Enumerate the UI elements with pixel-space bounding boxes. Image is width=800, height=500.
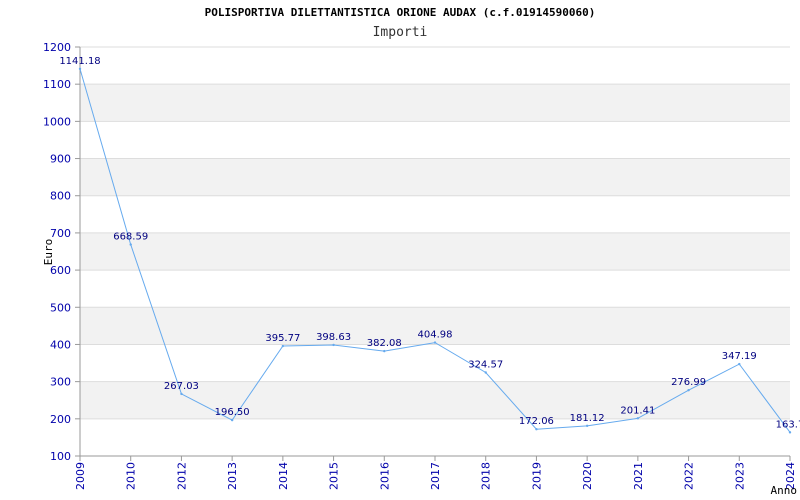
data-point [484, 371, 487, 374]
x-tick-label: 2012 [175, 462, 188, 490]
y-tick-label: 100 [50, 450, 71, 463]
x-tick-label: 2023 [733, 462, 746, 490]
grid-band [80, 232, 790, 271]
x-tick-label: 2020 [581, 462, 594, 490]
grid-band [80, 158, 790, 196]
data-point [332, 343, 335, 347]
y-tick-label: 1200 [43, 41, 71, 54]
x-tick-label: 2015 [328, 462, 341, 490]
y-tick-label: 200 [50, 413, 71, 426]
x-tick-label: 2016 [378, 462, 391, 490]
line-chart: 100200300400500600700800900100011001200 … [42, 41, 800, 497]
x-tick-label: 2013 [226, 462, 239, 490]
x-tick-label: 2014 [277, 462, 290, 490]
x-tick-label: 2021 [632, 462, 645, 490]
x-tick-label: 2010 [125, 462, 138, 490]
x-axis-label: Anno [771, 484, 798, 497]
data-label: 395.77 [265, 333, 300, 344]
data-point [281, 344, 285, 348]
data-label: 201.41 [620, 405, 655, 416]
x-tick-label: 2009 [74, 462, 87, 490]
data-label: 398.63 [316, 332, 351, 343]
x-tick-label: 2017 [429, 462, 442, 490]
data-point [433, 341, 437, 344]
data-label: 324.57 [468, 360, 503, 371]
x-tick-label: 2018 [480, 462, 493, 490]
grid-band [80, 84, 790, 122]
x-tick-label: 2019 [530, 462, 543, 490]
y-tick-label: 400 [50, 338, 71, 351]
y-tick-label: 1000 [43, 115, 71, 128]
data-label: 196.50 [215, 407, 250, 418]
data-point [535, 428, 538, 431]
y-tick-label: 300 [50, 376, 71, 389]
data-label: 276.99 [671, 377, 706, 388]
data-label: 347.19 [722, 351, 757, 362]
y-axis-label: Euro [42, 239, 55, 266]
data-label: 404.98 [418, 330, 453, 341]
y-tick-label: 700 [50, 227, 71, 240]
data-point [78, 67, 82, 71]
y-tick-label: 900 [50, 153, 71, 166]
y-tick-label: 1100 [43, 78, 71, 91]
y-tick-label: 800 [50, 190, 71, 203]
data-label: 382.08 [367, 338, 402, 349]
data-point [230, 418, 234, 422]
data-point [180, 392, 183, 396]
data-point [687, 388, 690, 392]
data-point [636, 417, 640, 420]
data-point [585, 424, 589, 428]
data-point [383, 349, 386, 353]
data-label: 181.12 [570, 413, 605, 424]
data-point [788, 431, 792, 434]
data-label: 163.7 [776, 419, 800, 430]
data-label: 172.06 [519, 416, 554, 427]
data-point [129, 243, 132, 246]
data-label: 668.59 [113, 232, 148, 243]
data-label: 267.03 [164, 381, 199, 392]
y-tick-label: 500 [50, 301, 71, 314]
x-tick-label: 2022 [683, 462, 696, 490]
data-point [738, 362, 741, 366]
data-label: 1141.18 [59, 56, 100, 67]
